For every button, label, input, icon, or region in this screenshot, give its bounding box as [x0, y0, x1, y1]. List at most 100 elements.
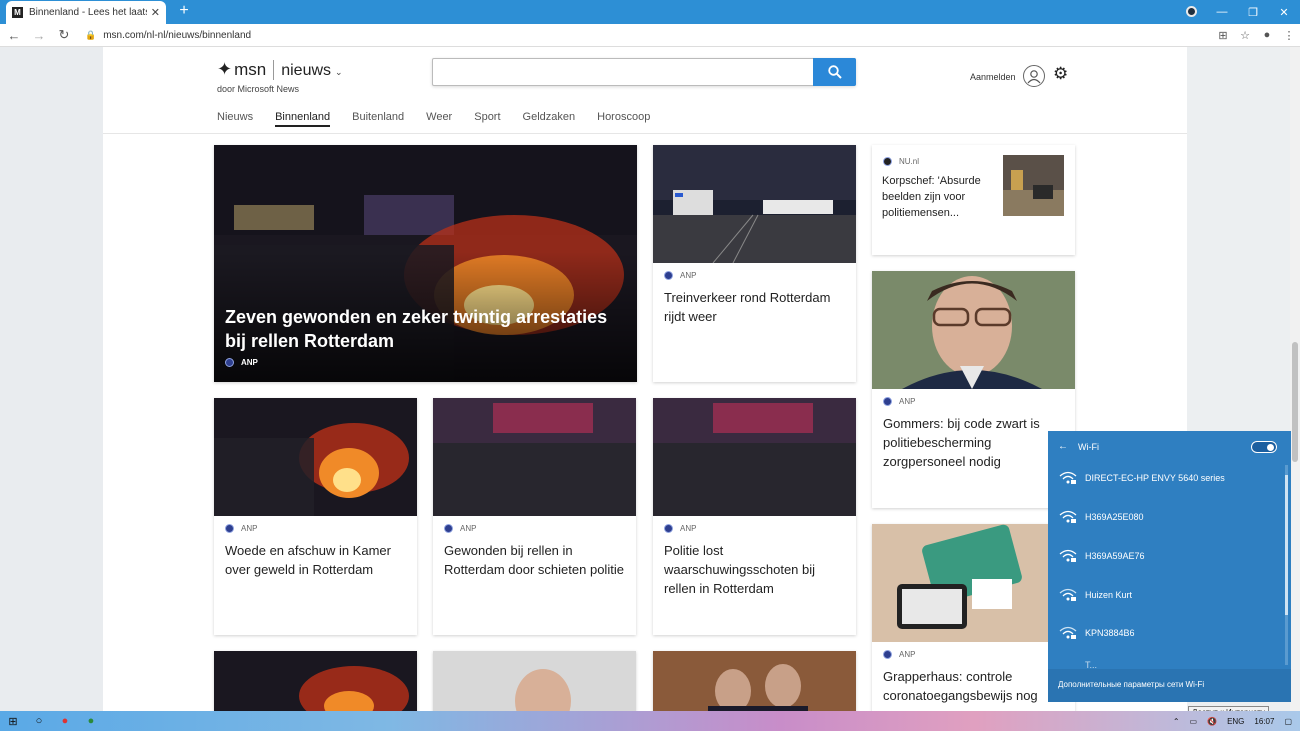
scrollbar-thumb[interactable]	[1292, 342, 1298, 462]
anp-logo-icon	[883, 397, 892, 406]
article-card-gewonden[interactable]: ANP Gewonden bij rellen in Rotterdam doo…	[433, 398, 636, 635]
korpschef-thumbnail	[1003, 155, 1064, 216]
browser-tab-bar: M Binnenland - Lees het laatste nie ✕ + …	[0, 0, 1300, 24]
avatar[interactable]	[1023, 65, 1045, 87]
tab-close-icon[interactable]: ✕	[151, 6, 160, 19]
language-indicator[interactable]: ENG	[1227, 717, 1244, 726]
tray-chevron-up-icon[interactable]: ⌃	[1173, 717, 1180, 726]
article-title[interactable]: Korpschef: 'Absurde beelden zijn voor po…	[882, 173, 994, 221]
article-card-partial[interactable]	[433, 651, 636, 711]
wifi-secured-icon	[1059, 588, 1077, 601]
chrome-icon[interactable]: ●	[52, 715, 78, 727]
article-title[interactable]: Woede en afschuw in Kamer over geweld in…	[225, 541, 410, 579]
source-label: ANP	[241, 358, 258, 367]
wifi-network-item[interactable]: KPN3884B6	[1059, 626, 1135, 640]
article-title[interactable]: Politie lost waarschuwingsschoten bij re…	[664, 541, 849, 598]
source-label: ANP	[899, 650, 916, 659]
article-card-gommers[interactable]: ANP Gommers: bij code zwart is politiebe…	[872, 271, 1075, 508]
article-source: ANP	[225, 524, 257, 533]
wifi-network-item[interactable]: H369A59AE76	[1059, 549, 1145, 563]
riot-fire-photo	[214, 651, 417, 711]
network-name: Huizen Kurt	[1085, 590, 1133, 600]
maximize-button[interactable]: ❐	[1237, 0, 1269, 24]
article-source: ANP	[883, 650, 915, 659]
tab-geldzaken[interactable]: Geldzaken	[523, 111, 576, 127]
volume-muted-icon[interactable]: 🔇	[1207, 717, 1217, 726]
bookmark-star-icon[interactable]: ☆	[1234, 29, 1256, 42]
profile-record-icon[interactable]	[1186, 6, 1197, 17]
hero-title[interactable]: Zeven gewonden en zeker twintig arrestat…	[225, 305, 625, 353]
search-button[interactable]	[813, 58, 856, 86]
network-icon[interactable]: ▭	[1190, 717, 1198, 726]
tab-binnenland[interactable]: Binnenland	[275, 111, 331, 127]
article-card-woede[interactable]: ANP Woede en afschuw in Kamer over gewel…	[214, 398, 417, 635]
wifi-flyout: ← Wi-Fi DIRECT-EC-HP ENVY 5640 series H3…	[1048, 431, 1291, 702]
wifi-settings-link[interactable]: Дополнительные параметры сети Wi-Fi	[1048, 669, 1291, 702]
section-nav: Nieuws Binnenland Buitenland Weer Sport …	[217, 111, 672, 127]
msn-logo[interactable]: ✦ msn nieuws ⌄	[217, 59, 343, 80]
search-box[interactable]	[432, 58, 856, 86]
wifi-toggle[interactable]	[1251, 441, 1277, 453]
article-source: ANP	[444, 524, 476, 533]
article-title[interactable]: Gewonden bij rellen in Rotterdam door sc…	[444, 541, 629, 579]
brand-name: msn	[234, 60, 267, 79]
wifi-network-item[interactable]: H369A25E080	[1059, 510, 1144, 524]
chevron-down-icon[interactable]: ⌄	[335, 67, 343, 78]
tab-sport[interactable]: Sport	[474, 111, 500, 127]
translate-icon[interactable]: ⊞	[1212, 29, 1234, 42]
sign-in-link[interactable]: Aanmelden	[970, 72, 1016, 82]
network-name: T...	[1085, 661, 1098, 669]
close-window-button[interactable]: ✕	[1268, 0, 1300, 24]
gommers-portrait-photo	[872, 271, 1075, 389]
profile-icon[interactable]: ●	[1256, 29, 1278, 41]
article-card-waarschuwingsschoten[interactable]: ANP Politie lost waarschuwingsschoten bi…	[653, 398, 856, 635]
article-card-treinverkeer[interactable]: ANP Treinverkeer rond Rotterdam rijdt we…	[653, 145, 856, 382]
wifi-network-item[interactable]: Huizen Kurt	[1059, 588, 1132, 602]
section-name[interactable]: nieuws	[281, 62, 331, 80]
browser-tab[interactable]: M Binnenland - Lees het laatste nie ✕	[6, 1, 166, 24]
menu-dots-icon[interactable]: ⋮	[1278, 29, 1300, 42]
notifications-icon[interactable]: ▢	[1284, 717, 1292, 726]
parliament-photo	[653, 651, 856, 711]
reload-icon[interactable]: ↻	[53, 27, 75, 43]
wifi-network-item[interactable]: DIRECT-EC-HP ENVY 5640 series	[1059, 471, 1225, 485]
hero-source: ANP	[225, 358, 258, 367]
article-source: ANP	[664, 524, 696, 533]
tab-buitenland[interactable]: Buitenland	[352, 111, 404, 127]
url-field[interactable]: msn.com/nl-nl/nieuws/binnenland	[103, 30, 1212, 41]
article-title[interactable]: Treinverkeer rond Rotterdam rijdt weer	[664, 288, 849, 326]
article-card-korpschef[interactable]: NU.nl Korpschef: 'Absurde beelden zijn v…	[872, 145, 1075, 255]
article-card-grapperhaus[interactable]: ANP Grapperhaus: controle coronatoegangs…	[872, 524, 1075, 711]
search-icon[interactable]: ○	[26, 715, 52, 727]
tab-nieuws[interactable]: Nieuws	[217, 111, 253, 127]
crowd-night-photo	[433, 398, 636, 516]
page-scrollbar[interactable]	[1290, 47, 1300, 711]
article-card-partial[interactable]	[653, 651, 856, 711]
tab-weer[interactable]: Weer	[426, 111, 452, 127]
wifi-scrollbar-thumb[interactable]	[1285, 475, 1288, 615]
forward-icon[interactable]: →	[28, 28, 50, 43]
nu-nl-logo-icon	[883, 157, 892, 166]
source-label: ANP	[899, 397, 916, 406]
tab-horoscoop[interactable]: Horoscoop	[597, 111, 650, 127]
back-arrow-icon[interactable]: ←	[1058, 441, 1068, 452]
back-icon[interactable]: ←	[3, 28, 25, 43]
address-bar: ← → ↻ 🔒 msn.com/nl-nl/nieuws/binnenland …	[0, 24, 1300, 47]
wifi-scrollbar[interactable]	[1285, 465, 1288, 665]
new-tab-button[interactable]: +	[176, 2, 192, 20]
clock[interactable]: 16:07	[1254, 717, 1274, 726]
toggle-knob	[1267, 444, 1274, 451]
article-card-partial[interactable]	[214, 651, 417, 711]
lock-icon[interactable]: 🔒	[85, 30, 96, 41]
chrome-icon[interactable]: ●	[78, 715, 104, 727]
article-title[interactable]: Gommers: bij code zwart is politiebesche…	[883, 414, 1068, 471]
wifi-network-item[interactable]: T...	[1059, 661, 1097, 669]
start-windows-icon[interactable]: ⊞	[0, 715, 26, 728]
hero-article-card[interactable]: Zeven gewonden en zeker twintig arrestat…	[214, 145, 637, 382]
wifi-secured-icon	[1059, 549, 1077, 562]
article-title[interactable]: Grapperhaus: controle coronatoegangsbewi…	[883, 667, 1068, 705]
system-tray: ⌃ ▭ 🔇 ENG 16:07 ▢	[1163, 711, 1292, 731]
settings-gear-icon[interactable]: ⚙	[1053, 64, 1068, 84]
minimize-button[interactable]: —	[1206, 0, 1238, 24]
tab-title: Binnenland - Lees het laatste nie	[29, 7, 147, 18]
